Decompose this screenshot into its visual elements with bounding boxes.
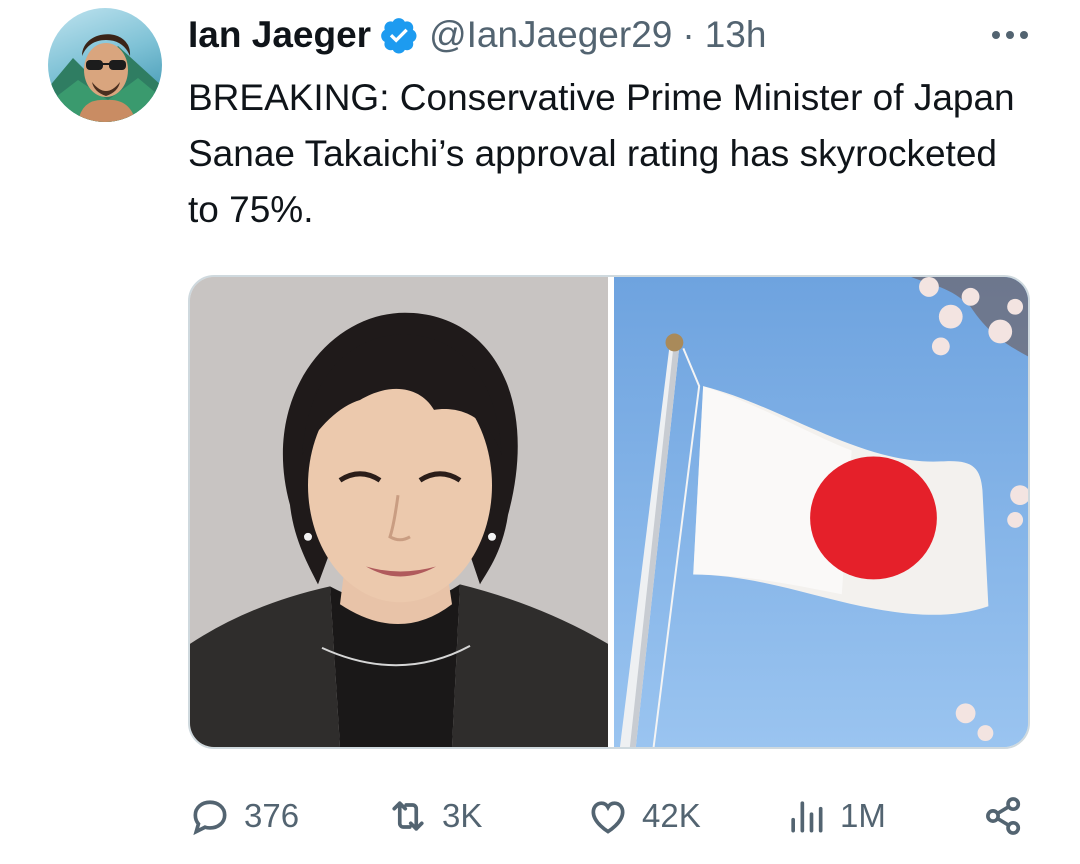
avatar[interactable] [48, 8, 162, 122]
reply-icon [193, 800, 227, 836]
flag-image [614, 277, 1028, 747]
separator-dot: · [682, 14, 695, 55]
more-icon [992, 31, 1028, 39]
japanese-flag-photo[interactable] [614, 277, 1028, 747]
verified-badge-icon [379, 15, 419, 55]
repost-count: 3K [442, 797, 483, 834]
portrait-image [190, 277, 608, 747]
user-handle[interactable]: @IanJaeger29 [429, 14, 672, 56]
repost-button[interactable]: 3K [386, 788, 482, 844]
reply-count: 376 [244, 797, 300, 834]
views-count: 1M [840, 797, 886, 834]
share-button[interactable] [982, 788, 1026, 844]
like-count: 42K [642, 797, 701, 834]
display-name[interactable]: Ian Jaeger [188, 14, 371, 56]
action-bar: 376 3K 42K 1M [188, 788, 1030, 844]
tweet-text: BREAKING: Conservative Prime Minister of… [188, 77, 1015, 230]
repost-icon [392, 801, 424, 831]
portrait-photo[interactable] [190, 277, 608, 747]
like-icon [591, 801, 625, 834]
reply-button[interactable]: 376 [188, 788, 299, 844]
share-icon [986, 797, 1021, 835]
tweet-header: Ian Jaeger @IanJaeger29 · 13h [188, 10, 766, 60]
views-button[interactable]: 1M [784, 788, 886, 844]
media-grid[interactable] [188, 275, 1030, 749]
like-button[interactable]: 42K [586, 788, 701, 844]
more-options-button[interactable] [988, 20, 1032, 50]
timestamp[interactable]: 13h [705, 14, 767, 56]
tweet: Ian Jaeger @IanJaeger29 · 13h BREAKING: … [0, 0, 1080, 864]
views-icon [791, 801, 823, 833]
avatar-image [48, 34, 162, 122]
